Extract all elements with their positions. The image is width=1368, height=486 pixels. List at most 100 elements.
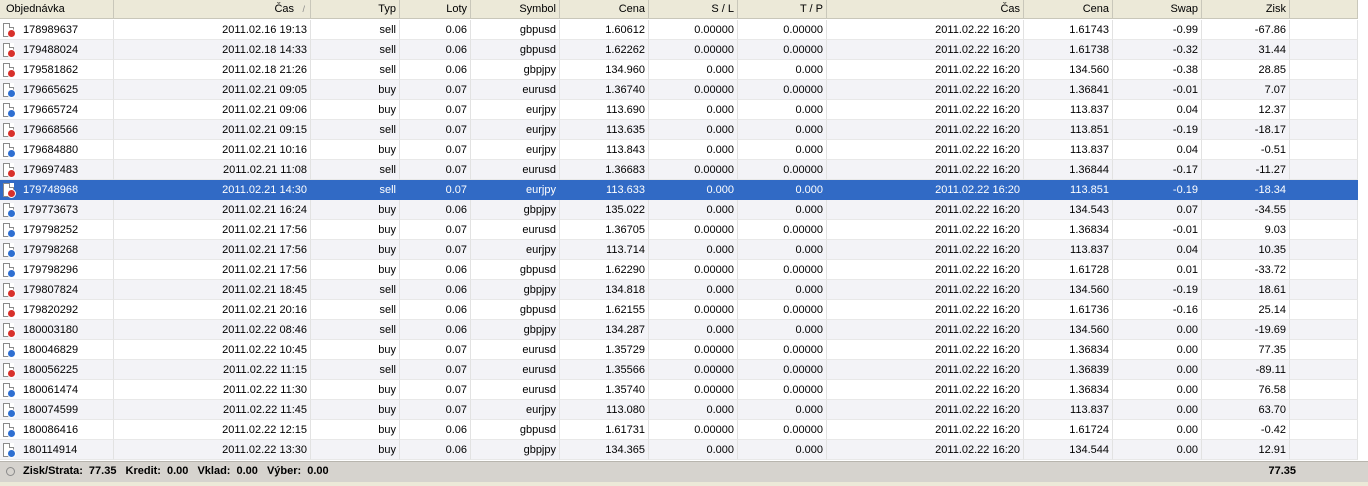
column-header-label: Swap (1170, 3, 1198, 15)
table-row[interactable]: 179798296 2011.02.21 17:56 buy 0.06 gbpusd 1.… (0, 260, 1368, 280)
cell-type: sell (311, 300, 400, 320)
column-header-swap[interactable]: Swap (1113, 0, 1202, 19)
order-number: 178989637 (23, 23, 79, 36)
cell-price: 134.365 (560, 440, 649, 460)
table-row[interactable]: 179798252 2011.02.21 17:56 buy 0.07 eurusd 1.… (0, 220, 1368, 240)
table-row[interactable]: 180114914 2011.02.22 13:30 buy 0.06 gbpjpy 13… (0, 440, 1368, 460)
table-row[interactable]: 179773673 2011.02.21 16:24 buy 0.06 gbpjpy 13… (0, 200, 1368, 220)
column-header-profit[interactable]: Zisk (1202, 0, 1290, 19)
cell-time: 2011.02.16 19:13 (114, 20, 311, 40)
cell-close-time: 2011.02.22 16:20 (827, 80, 1024, 100)
column-header-lots[interactable]: Loty (400, 0, 471, 19)
column-header-stop-loss[interactable]: S / L (649, 0, 738, 19)
cell-stop-loss: 0.000 (649, 120, 738, 140)
cell-price: 113.635 (560, 120, 649, 140)
cell-close-price: 1.61728 (1024, 260, 1113, 280)
cell-price: 1.61731 (560, 420, 649, 440)
order-number: 179665625 (23, 83, 79, 96)
cell-type: buy (311, 80, 400, 100)
sell-order-icon (3, 22, 16, 38)
cell-swap: -0.32 (1113, 40, 1202, 60)
table-row[interactable]: 179807824 2011.02.21 18:45 sell 0.06 gbpjpy 1… (0, 280, 1368, 300)
cell-lots: 0.07 (400, 220, 471, 240)
table-row[interactable]: 180074599 2011.02.22 11:45 buy 0.07 eurjpy 11… (0, 400, 1368, 420)
withdrawal-value: 0.00 (307, 465, 329, 477)
cell-swap: 0.00 (1113, 440, 1202, 460)
sell-order-icon (3, 362, 16, 378)
cell-time: 2011.02.21 17:56 (114, 240, 311, 260)
cell-time: 2011.02.21 11:08 (114, 160, 311, 180)
cell-price: 113.633 (560, 180, 649, 200)
cell-type: buy (311, 100, 400, 120)
cell-price: 1.36683 (560, 160, 649, 180)
cell-take-profit: 0.000 (738, 140, 827, 160)
cell-filler (1290, 260, 1358, 280)
status-icon (6, 467, 15, 476)
cell-symbol: gbpjpy (471, 280, 560, 300)
cell-type: buy (311, 220, 400, 240)
table-row[interactable]: 179820292 2011.02.21 20:16 sell 0.06 gbpusd 1… (0, 300, 1368, 320)
cell-time: 2011.02.22 11:15 (114, 360, 311, 380)
cell-order: 179668566 (0, 120, 114, 140)
table-row[interactable]: 180003180 2011.02.22 08:46 sell 0.06 gbpjpy 1… (0, 320, 1368, 340)
column-header-close-price[interactable]: Cena (1024, 0, 1113, 19)
cell-time: 2011.02.22 08:46 (114, 320, 311, 340)
cell-price: 134.960 (560, 60, 649, 80)
cell-order: 179684880 (0, 140, 114, 160)
table-row[interactable]: 179697483 2011.02.21 11:08 sell 0.07 eurusd 1… (0, 160, 1368, 180)
cell-order: 179697483 (0, 160, 114, 180)
cell-lots: 0.07 (400, 160, 471, 180)
table-row[interactable]: 180061474 2011.02.22 11:30 buy 0.07 eurusd 1.… (0, 380, 1368, 400)
cell-symbol: gbpjpy (471, 200, 560, 220)
cell-close-time: 2011.02.22 16:20 (827, 160, 1024, 180)
column-header-filler[interactable] (1290, 0, 1358, 19)
table-row[interactable]: 179665724 2011.02.21 09:06 buy 0.07 eurjpy 11… (0, 100, 1368, 120)
cell-filler (1290, 40, 1358, 60)
table-row[interactable]: 178989637 2011.02.16 19:13 sell 0.06 gbpusd 1… (0, 20, 1368, 40)
table-row[interactable]: 179665625 2011.02.21 09:05 buy 0.07 eurusd 1.… (0, 80, 1368, 100)
cell-type: buy (311, 380, 400, 400)
column-header-symbol[interactable]: Symbol (471, 0, 560, 19)
cell-symbol: eurjpy (471, 180, 560, 200)
buy-order-icon (3, 222, 16, 238)
table-row[interactable]: 179748968 2011.02.21 14:30 sell 0.07 eurjpy 1… (0, 180, 1368, 200)
cell-take-profit: 0.00000 (738, 20, 827, 40)
sell-order-icon (3, 42, 16, 58)
cell-lots: 0.06 (400, 20, 471, 40)
table-row[interactable]: 179798268 2011.02.21 17:56 buy 0.07 eurjpy 11… (0, 240, 1368, 260)
column-header-type[interactable]: Typ (311, 0, 400, 19)
cell-order: 180114914 (0, 440, 114, 460)
cell-filler (1290, 360, 1358, 380)
cell-price: 1.35740 (560, 380, 649, 400)
column-header-close-time[interactable]: Čas (827, 0, 1024, 19)
table-row[interactable]: 180056225 2011.02.22 11:15 sell 0.07 eurusd 1… (0, 360, 1368, 380)
column-header-take-profit[interactable]: T / P (738, 0, 827, 19)
cell-time: 2011.02.18 14:33 (114, 40, 311, 60)
cell-lots: 0.07 (400, 180, 471, 200)
cell-stop-loss: 0.000 (649, 60, 738, 80)
table-row[interactable]: 180086416 2011.02.22 12:15 buy 0.06 gbpusd 1.… (0, 420, 1368, 440)
column-header-price[interactable]: Cena (560, 0, 649, 19)
cell-close-time: 2011.02.22 16:20 (827, 440, 1024, 460)
cell-close-price: 1.61724 (1024, 420, 1113, 440)
cell-type: sell (311, 40, 400, 60)
cell-swap: 0.01 (1113, 260, 1202, 280)
cell-take-profit: 0.00000 (738, 340, 827, 360)
cell-stop-loss: 0.00000 (649, 80, 738, 100)
order-number: 179807824 (23, 283, 79, 296)
cell-stop-loss: 0.00000 (649, 380, 738, 400)
order-number: 179581862 (23, 63, 79, 76)
column-header-label: Čas (1000, 3, 1020, 15)
table-row[interactable]: 179684880 2011.02.21 10:16 buy 0.07 eurjpy 11… (0, 140, 1368, 160)
column-header-time[interactable]: Čas / (114, 0, 311, 19)
order-number: 179798252 (23, 223, 79, 236)
table-row[interactable]: 179581862 2011.02.18 21:26 sell 0.06 gbpjpy 1… (0, 60, 1368, 80)
cell-time: 2011.02.22 12:15 (114, 420, 311, 440)
table-row[interactable]: 179668566 2011.02.21 09:15 sell 0.07 eurjpy 1… (0, 120, 1368, 140)
cell-stop-loss: 0.00000 (649, 360, 738, 380)
table-row[interactable]: 179488024 2011.02.18 14:33 sell 0.06 gbpusd 1… (0, 40, 1368, 60)
cell-filler (1290, 20, 1358, 40)
table-row[interactable]: 180046829 2011.02.22 10:45 buy 0.07 eurusd 1.… (0, 340, 1368, 360)
column-header-order[interactable]: Objednávka (0, 0, 114, 19)
cell-close-price: 113.837 (1024, 100, 1113, 120)
